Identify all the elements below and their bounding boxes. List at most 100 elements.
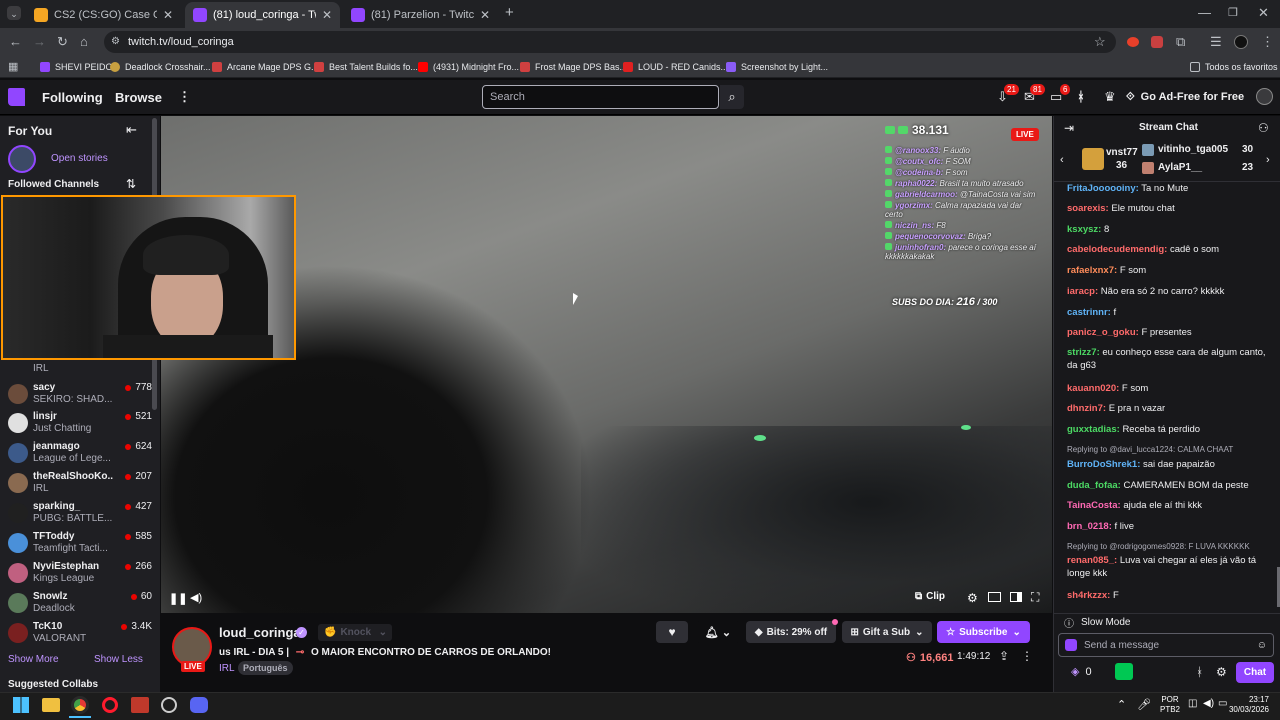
show-more-link[interactable]: Show More [8, 654, 59, 665]
nav-more-icon[interactable]: ⋮ [178, 89, 191, 105]
bookmark-item[interactable]: LOUD - RED Canids... [623, 60, 728, 74]
share-icon[interactable]: ⇪ [999, 649, 1009, 663]
stream-category[interactable]: IRL [219, 663, 235, 674]
chat-username[interactable]: rafaelxnx7: [1067, 265, 1117, 276]
chat-username[interactable]: cabelodecudemendig: [1067, 244, 1167, 255]
show-less-link[interactable]: Show Less [94, 654, 143, 665]
opera-icon[interactable] [102, 697, 118, 713]
tab-loud-coringa[interactable]: (81) loud_coringa - Twitch ✕ [185, 2, 340, 28]
nav-browse[interactable]: Browse [115, 90, 162, 105]
chat-username[interactable]: dhnzin7: [1067, 403, 1106, 414]
obs-icon[interactable] [161, 697, 177, 713]
chat-username[interactable]: guxxtadias: [1067, 424, 1120, 435]
chat-username[interactable]: panicz_o_goku: [1067, 327, 1139, 338]
sidebar-channel-item[interactable]: TcK10 VALORANT 3.4K [8, 621, 152, 651]
search-input[interactable]: Search [482, 85, 719, 109]
gift-sub-button[interactable]: ⊞ Gift a Sub ⌄ [842, 621, 932, 643]
go-ad-free-button[interactable]: ⟐ Go Ad-Free for Free [1126, 86, 1246, 108]
discord-icon[interactable] [190, 697, 208, 713]
subscribe-button[interactable]: ☆ Subscribe ⌄ [937, 621, 1030, 643]
profile-avatar[interactable] [1234, 35, 1248, 49]
bookmark-item[interactable]: Frost Mage DPS Bas... [520, 60, 627, 74]
open-stories-link[interactable]: Open stories [51, 153, 108, 164]
tab-cs2-case-opening[interactable]: CS2 (CS:GO) Case Opening: Wi ✕ [26, 2, 181, 28]
clip-button[interactable]: ⧉ Clip [915, 591, 945, 602]
chat-username[interactable]: castrinnr: [1067, 307, 1111, 318]
chat-username[interactable]: kauann020: [1067, 383, 1119, 394]
stories-avatar[interactable] [8, 145, 36, 173]
chat-username[interactable]: brn_0218: [1067, 521, 1112, 532]
user-avatar[interactable] [1256, 88, 1273, 105]
chat-username[interactable]: iaracp: [1067, 286, 1098, 297]
close-window-icon[interactable]: ✕ [1258, 5, 1269, 21]
prime-crown-icon[interactable]: ♛ [1104, 89, 1116, 105]
fullscreen-icon[interactable]: ⛶ [1031, 590, 1039, 605]
chat-send-button[interactable]: Chat [1236, 662, 1274, 683]
bookmark-item[interactable]: (4931) Midnight Fro... [418, 60, 519, 74]
hype-train-icon[interactable] [1115, 663, 1133, 680]
community-icon[interactable]: ⚇ [1258, 121, 1269, 135]
sidebar-channel-item[interactable]: NyviEstephan Kings League 266 [8, 561, 152, 591]
file-explorer-icon[interactable] [42, 698, 60, 712]
channel-points[interactable]: ◈ 0 [1071, 665, 1092, 679]
chat-username[interactable]: FritaJoooooiny: [1067, 183, 1139, 194]
channel-name[interactable]: loud_coringa [219, 625, 301, 640]
tab-search-icon[interactable]: ⌄ [7, 6, 21, 20]
extension-icon[interactable]: ᚼ [1196, 665, 1203, 679]
volume-icon[interactable]: ◀) [190, 591, 202, 604]
back-icon[interactable]: ← [9, 34, 22, 50]
chat-username[interactable]: TainaCosta: [1067, 500, 1121, 511]
sort-icon[interactable]: ⇅ [126, 176, 136, 192]
sidebar-channel-item[interactable]: theRealShooKo... IRL 207 [8, 471, 152, 501]
video-player[interactable]: 38.131 LIVE @ranoox33: F áudio @coutx_ofc… [161, 116, 1052, 613]
bookmark-item[interactable]: Best Talent Builds fo... [314, 60, 418, 74]
browser-menu-icon[interactable]: ⋮ [1261, 34, 1274, 50]
bits-button[interactable]: ◆ Bits: 29% off [746, 621, 836, 643]
chat-username[interactable]: duda_fofaa: [1067, 480, 1121, 491]
bookmark-item[interactable]: SHEVI PEIDO [40, 60, 113, 74]
twitch-logo-icon[interactable] [8, 88, 25, 106]
language-tag[interactable]: Português [238, 661, 293, 675]
sidebar-channel-item[interactable]: sacy SEKIRO: SHAD... 778 [8, 382, 152, 412]
collapse-sidebar-icon[interactable]: ⇤ [126, 122, 137, 138]
chat-settings-icon[interactable]: ⚙ [1216, 665, 1227, 679]
reading-list-icon[interactable]: ☰ [1210, 34, 1222, 50]
bookmark-star-icon[interactable]: ☆ [1094, 34, 1106, 50]
minimize-icon[interactable]: — [1198, 5, 1211, 21]
sidebar-channel-item[interactable]: linsjr Just Chatting 521 [8, 411, 152, 441]
sidebar-toggle-icon[interactable] [1010, 592, 1022, 602]
close-tab-icon[interactable]: ✕ [322, 8, 332, 22]
chat-username[interactable]: sh4rkzzx: [1067, 590, 1110, 601]
extension-icon[interactable] [1151, 36, 1163, 48]
sidebar-channel-item[interactable]: sparking_ PUBG: BATTLE... 427 [8, 501, 152, 531]
close-tab-icon[interactable]: ✕ [163, 8, 173, 22]
new-tab-button[interactable]: + [505, 5, 514, 21]
chat-username[interactable]: soarexis: [1067, 203, 1109, 214]
microphone-icon[interactable]: 🎤︎ [1137, 698, 1151, 711]
maximize-icon[interactable]: ❐ [1228, 5, 1238, 21]
site-info-icon[interactable]: ⚙ [111, 34, 120, 50]
search-button[interactable]: ⌕ [720, 85, 744, 109]
windows-start-icon[interactable] [13, 697, 29, 713]
sidebar-channel-item[interactable]: Snowlz Deadlock 60 [8, 591, 152, 621]
reload-icon[interactable]: ↻ [57, 34, 68, 50]
apps-grid-icon[interactable]: ▦ [8, 59, 18, 75]
bookmark-item[interactable]: Arcane Mage DPS G... [212, 60, 319, 74]
forward-icon[interactable]: → [33, 34, 46, 50]
input-language[interactable]: POR PTB2 [1160, 695, 1180, 715]
all-bookmarks-folder[interactable]: Todos os favoritos [1190, 60, 1278, 74]
theatre-mode-icon[interactable] [988, 592, 1001, 602]
knock-button[interactable]: ✊ Knock ⌄ [318, 624, 392, 641]
chevron-right-icon[interactable]: › [1266, 154, 1270, 166]
settings-gear-icon[interactable]: ⚙ [967, 591, 978, 605]
chat-username[interactable]: BurroDoShrek1: [1067, 459, 1140, 470]
clock[interactable]: 23:17 30/03/2026 [1223, 695, 1269, 715]
address-bar[interactable]: twitch.tv/loud_coringa [104, 31, 1116, 53]
notifications-bell-button[interactable]: 🔔︎ ⌄ [696, 621, 740, 643]
sidebar-channel-item[interactable]: jeanmago League of Lege... 624 [8, 441, 152, 471]
volume-icon[interactable]: ◀) [1203, 698, 1214, 709]
chat-username[interactable]: renan085_: [1067, 555, 1117, 566]
media-player-icon[interactable] [131, 697, 149, 713]
emote-picker-icon[interactable]: ☺ [1257, 640, 1267, 651]
extension-icon[interactable]: ᚼ [1077, 89, 1085, 105]
